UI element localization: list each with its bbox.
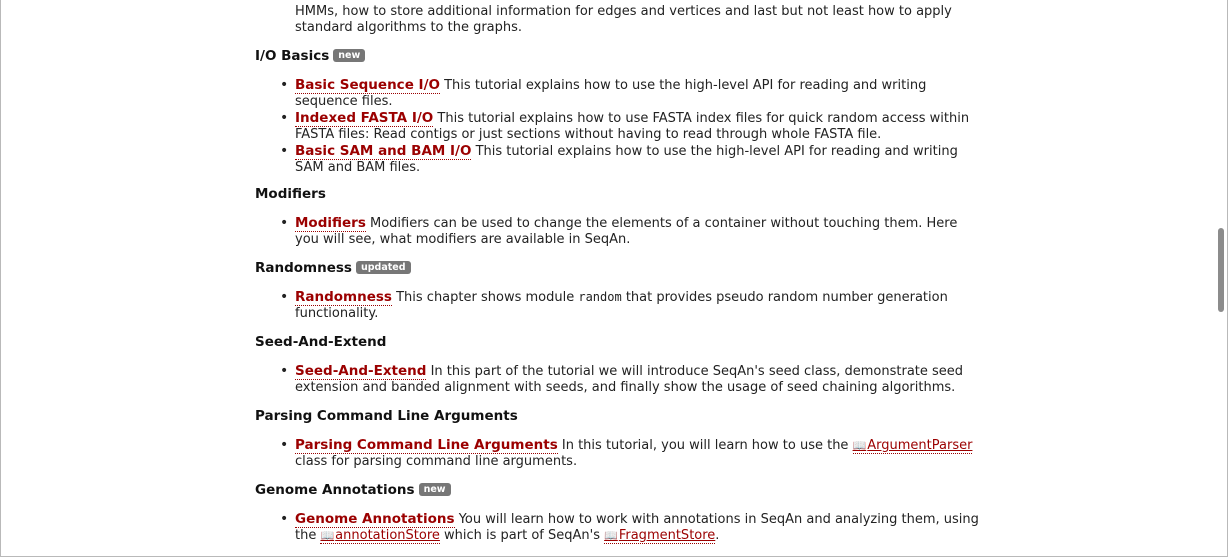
item-description: which is part of SeqAn's [439, 528, 605, 543]
item-description: In this tutorial, you will learn how to … [557, 438, 853, 453]
basic-sam-bam-io-link[interactable]: Basic SAM and BAM I/O [295, 143, 472, 160]
heading-text: Seed-And-Extend [255, 334, 387, 350]
item-description: . [715, 528, 720, 543]
randomness-link[interactable]: Randomness [295, 289, 392, 306]
tutorial-list: Parsing Command Line Arguments In this t… [255, 437, 985, 470]
new-badge: new [418, 483, 451, 496]
window-border-left [0, 0, 1, 557]
item-description: Modifiers can be used to change the elem… [295, 216, 958, 247]
book-icon: 📖 [320, 529, 335, 542]
section-seed-and-extend: Seed-And-Extend Seed-And-Extend In this … [255, 333, 985, 396]
section-randomness: Randomnessupdated Randomness This chapte… [255, 259, 985, 322]
list-item: Basic Sequence I/O This tutorial explain… [255, 77, 985, 110]
section-parsing-command-line-arguments: Parsing Command Line Arguments Parsing C… [255, 407, 985, 470]
section-modifiers: Modifiers Modifiers Modifiers can be use… [255, 185, 985, 248]
indexed-fasta-io-link[interactable]: Indexed FASTA I/O [295, 110, 434, 127]
heading-text: I/O Basics [255, 48, 330, 64]
tutorial-list: Basic Sequence I/O This tutorial explain… [255, 77, 985, 176]
heading-text: Parsing Command Line Arguments [255, 408, 518, 424]
section-heading: Genome Annotations new [255, 481, 985, 499]
heading-text: Genome Annotations [255, 482, 415, 498]
list-item: Seed-And-Extend In this part of the tuto… [255, 363, 985, 396]
argument-parser-link[interactable]: 📖ArgumentParser [852, 438, 973, 454]
updated-badge: updated [355, 261, 411, 274]
section-heading: Modifiers [255, 185, 985, 203]
tutorial-list: Randomness This chapter shows module ran… [255, 289, 985, 322]
list-item: Genome Annotations You will learn how to… [255, 511, 985, 544]
tutorial-list: Genome Annotations You will learn how to… [255, 511, 985, 544]
ref-text: annotationStore [335, 528, 440, 543]
list-item: Basic SAM and BAM I/O This tutorial expl… [255, 143, 985, 176]
annotation-store-link[interactable]: 📖annotationStore [320, 528, 440, 544]
scrollbar-thumb[interactable] [1218, 228, 1224, 312]
section-heading: I/O Basics new [255, 47, 985, 65]
list-item: Randomness This chapter shows module ran… [255, 289, 985, 322]
book-icon: 📖 [604, 529, 618, 542]
intro-text: HMMs, how to store additional informatio… [295, 4, 952, 35]
book-icon: 📖 [852, 439, 867, 452]
tutorial-list: Modifiers Modifiers can be used to chang… [255, 215, 985, 248]
list-item: Indexed FASTA I/O This tutorial explains… [255, 110, 985, 143]
section-heading: Parsing Command Line Arguments [255, 407, 985, 425]
new-badge: new [333, 49, 366, 62]
tutorial-list: Seed-And-Extend In this part of the tuto… [255, 363, 985, 396]
ref-text: ArgumentParser [867, 438, 973, 453]
section-genome-annotations: Genome Annotationsnew Genome Annotations… [255, 481, 985, 544]
heading-text: Randomness [255, 260, 352, 276]
section-heading: Seed-And-Extend [255, 333, 985, 351]
ref-text: FragmentStore [618, 528, 716, 543]
basic-sequence-io-link[interactable]: Basic Sequence I/O [295, 77, 440, 94]
modifiers-link[interactable]: Modifiers [295, 215, 366, 232]
parsing-command-line-arguments-link[interactable]: Parsing Command Line Arguments [295, 437, 558, 454]
genome-annotations-link[interactable]: Genome Annotations [295, 511, 455, 528]
section-io-basics: I/O Basicsnew Basic Sequence I/O This tu… [255, 47, 985, 176]
list-item: Modifiers Modifiers can be used to chang… [255, 215, 985, 248]
section-heading: Randomness updated [255, 259, 985, 277]
seed-and-extend-link[interactable]: Seed-And-Extend [295, 363, 427, 380]
list-item: Parsing Command Line Arguments In this t… [255, 437, 985, 470]
heading-text: Modifiers [255, 186, 326, 202]
item-description: class for parsing command line arguments… [295, 454, 578, 469]
vertical-scrollbar[interactable] [1214, 0, 1227, 556]
item-description: This chapter shows module [391, 290, 579, 305]
fragment-store-link[interactable]: 📖FragmentStore [604, 528, 716, 544]
module-code: random [578, 290, 622, 304]
